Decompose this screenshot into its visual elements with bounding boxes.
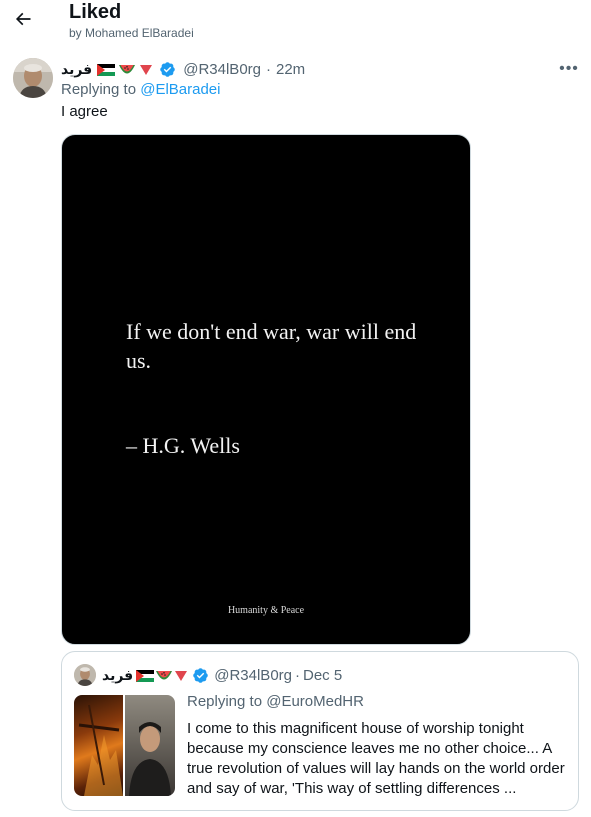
- red-triangle-icon: [139, 63, 153, 75]
- tweet-text: I agree: [61, 103, 108, 120]
- quoted-display-name: فريد: [102, 666, 134, 683]
- replying-to-label: Replying to: [61, 81, 137, 98]
- quoted-thumbnail-fire: [74, 695, 123, 796]
- back-button[interactable]: [8, 4, 38, 34]
- quoted-thumbnail-person: [125, 695, 175, 796]
- timestamp[interactable]: 22m: [276, 61, 305, 78]
- quoted-replying-to: Replying to @EuroMedHR: [187, 693, 364, 710]
- media-quote-author: – H.G. Wells: [126, 433, 240, 458]
- quoted-tweet-card[interactable]: فريد @R34lB0rg · Dec 5 Replying to @Euro…: [61, 651, 579, 811]
- quoted-avatar: [74, 664, 96, 686]
- avatar-photo: [13, 58, 53, 98]
- palestine-flag-icon: [136, 669, 155, 682]
- tweet-user-line: فريد @R34lB0rg · 22m: [61, 59, 305, 79]
- handle[interactable]: @R34lB0rg: [183, 61, 261, 78]
- replying-to: Replying to @ElBaradei: [61, 81, 221, 98]
- verified-badge-icon: [159, 61, 176, 78]
- quoted-handle: @R34lB0rg: [214, 666, 292, 684]
- quoted-avatar-photo: [74, 664, 96, 686]
- page-header: Liked by Mohamed ElBaradei: [0, 0, 591, 50]
- arrow-left-icon: [15, 12, 31, 26]
- media-footer-text: Humanity & Peace: [227, 605, 305, 616]
- separator-dot: ·: [266, 60, 271, 78]
- page-title: Liked: [69, 1, 122, 23]
- verified-badge-icon: [192, 667, 209, 684]
- tweet-media-image[interactable]: If we don't end war, war will end us. – …: [61, 134, 471, 645]
- quoted-timestamp: Dec 5: [303, 666, 343, 684]
- quoted-user-line: فريد @R34lB0rg · Dec 5: [102, 665, 342, 685]
- replying-to-link[interactable]: @ElBaradei: [140, 81, 220, 98]
- palestine-flag-icon: [97, 63, 116, 76]
- display-name[interactable]: فريد: [61, 61, 92, 78]
- more-options-button[interactable]: •••: [556, 58, 582, 80]
- media-quote-text: If we don't end war, war will end us.: [126, 319, 417, 373]
- watermelon-icon: [119, 63, 136, 75]
- red-triangle-icon: [174, 669, 188, 681]
- page-subtitle: by Mohamed ElBaradei: [69, 26, 194, 40]
- quoted-media-thumbnails: [74, 695, 175, 796]
- separator-dot: ·: [295, 666, 300, 684]
- quoted-tweet-text: I come to this magnificent house of wors…: [187, 720, 565, 797]
- avatar[interactable]: [13, 58, 53, 98]
- more-dots-icon: •••: [559, 60, 579, 77]
- watermelon-icon: [156, 669, 173, 681]
